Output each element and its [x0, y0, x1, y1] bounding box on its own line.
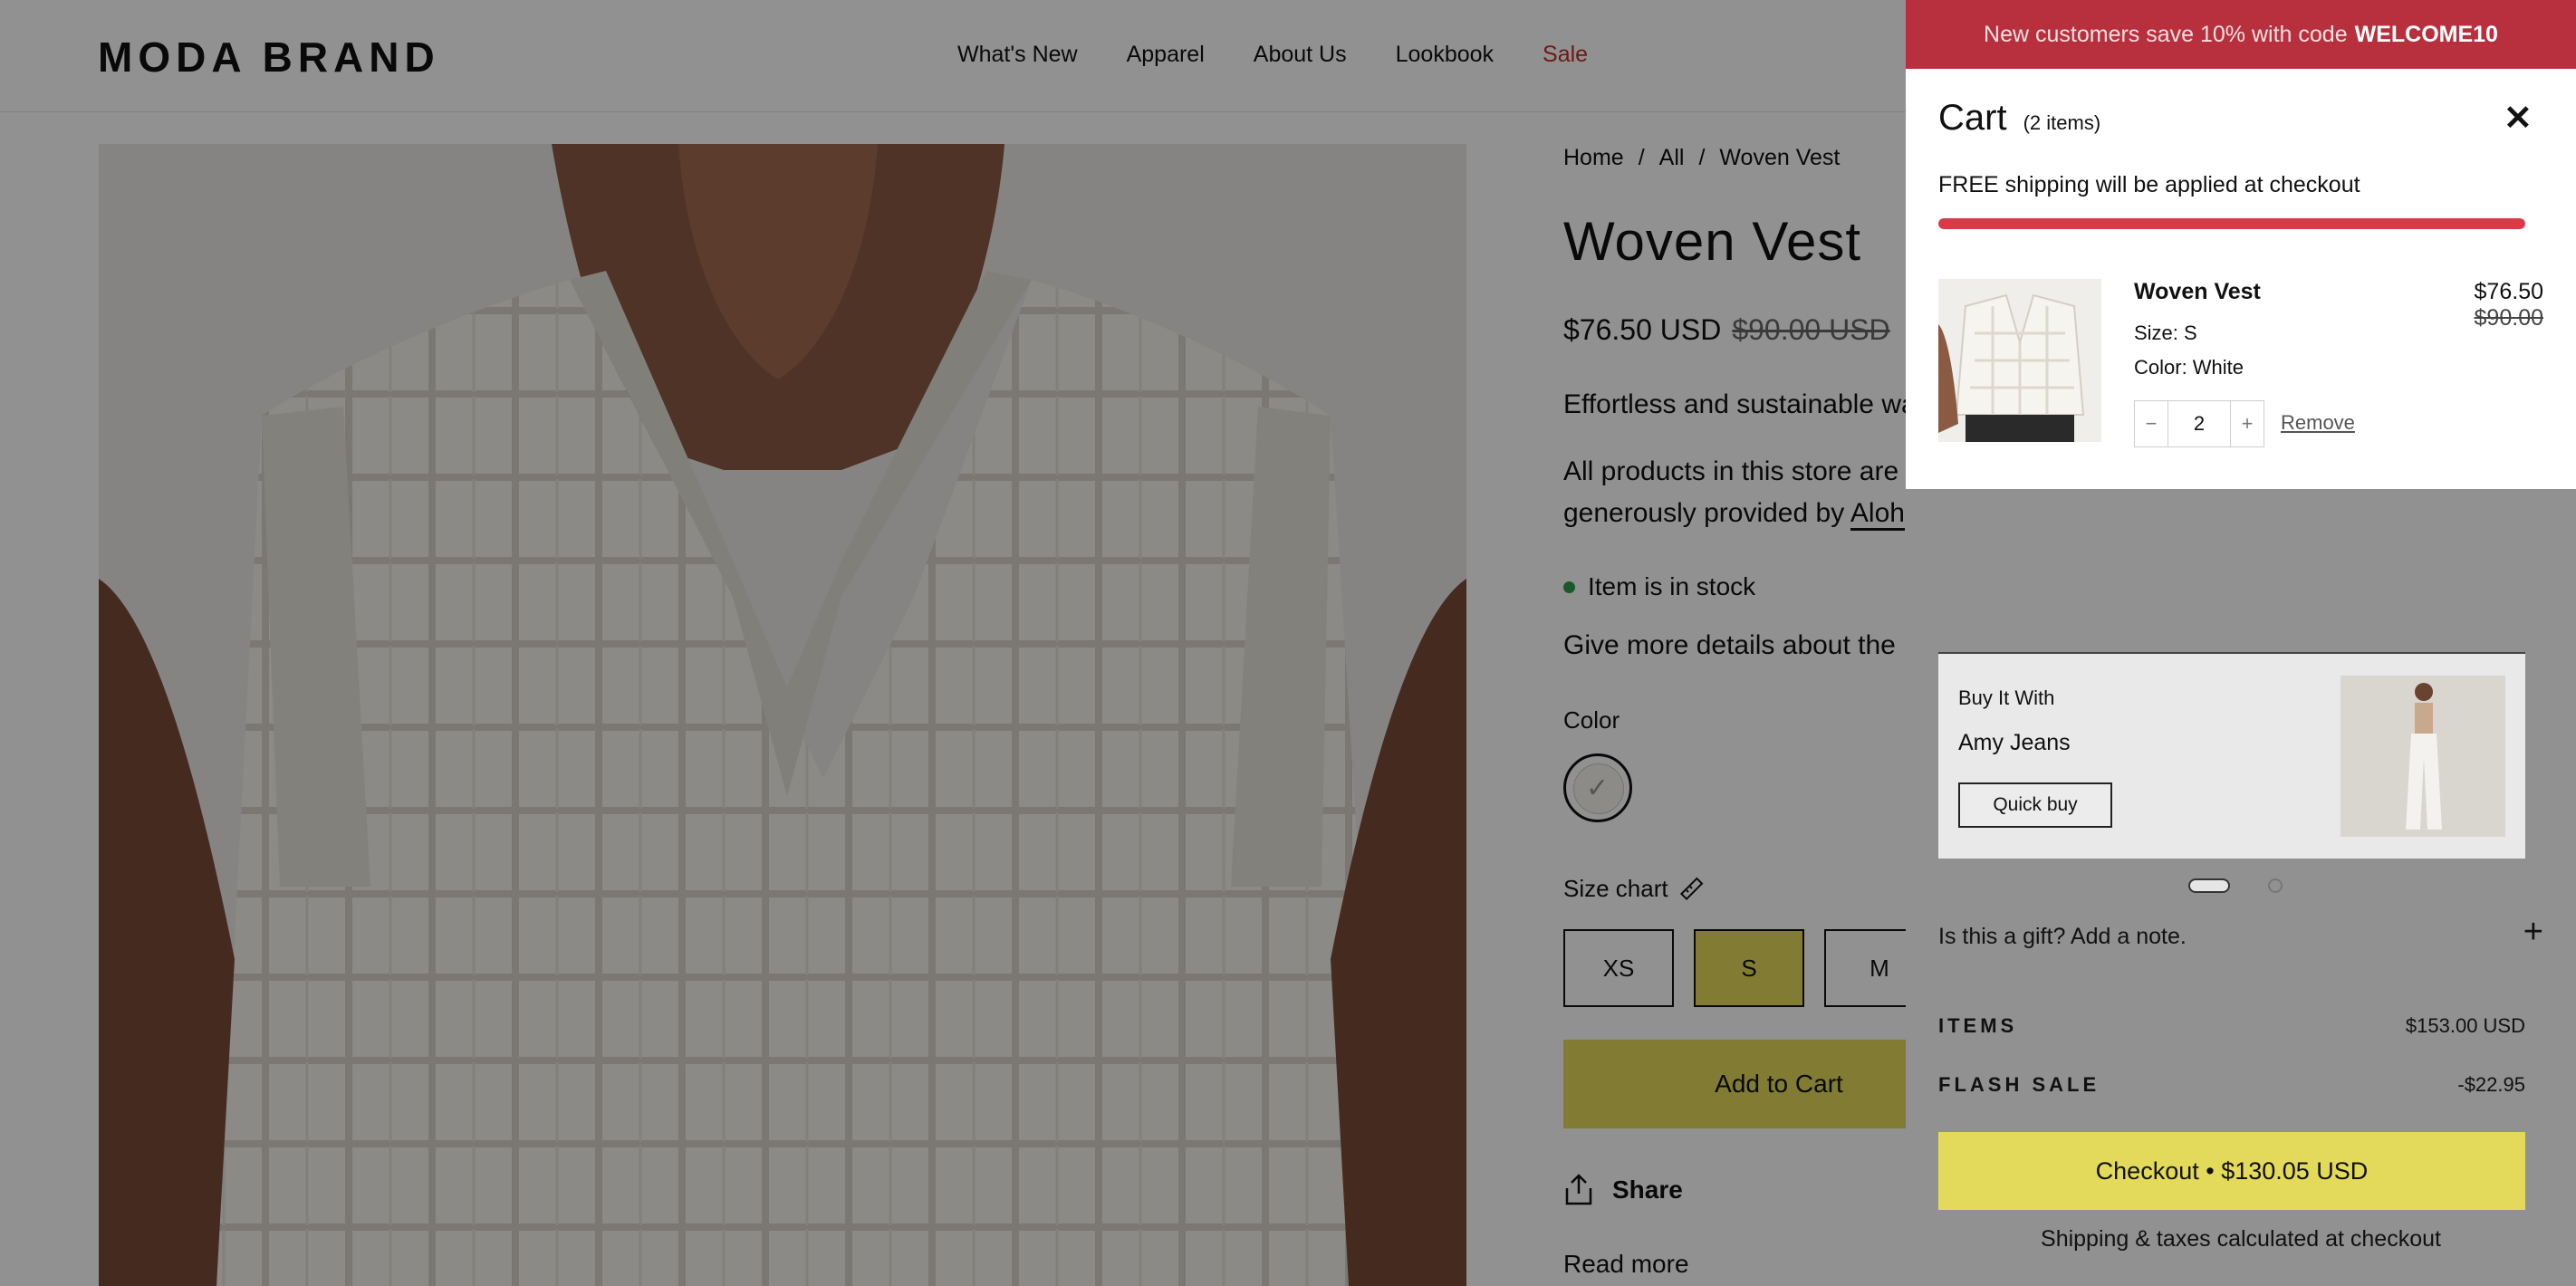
shipping-progress-bar [1938, 218, 2525, 229]
upsell-card: Buy It With Amy Jeans Quick buy [1938, 654, 2525, 859]
summary-items-row: ITEMS $153.00 USD [1938, 1014, 2525, 1038]
line-item-color: Color: White [2134, 356, 2244, 379]
cart-title: Cart [1938, 98, 2007, 138]
quick-buy-button[interactable]: Quick buy [1958, 782, 2112, 828]
upsell-label: Buy It With [1958, 686, 2055, 709]
checkout-button[interactable]: Checkout • $130.05 USD [1938, 1132, 2525, 1210]
close-icon[interactable]: ✕ [2504, 101, 2533, 136]
drawer-lower-overlay: Buy It With Amy Jeans Quick buy Is this … [1906, 489, 2576, 1286]
plus-icon[interactable]: + [2231, 401, 2264, 446]
check-icon: ✓ [1586, 773, 1610, 803]
promo-code: WELCOME10 [2354, 21, 2498, 47]
cart-drawer: New customers save 10% with code WELCOME… [1906, 0, 2576, 1286]
upsell-product-name[interactable]: Amy Jeans [1958, 730, 2071, 756]
line-item-compare-price: $90.00 [2474, 305, 2543, 331]
items-total: $153.00 USD [2405, 1014, 2525, 1037]
line-item-price: $76.50 [2474, 279, 2543, 304]
carousel-dots [2188, 878, 2283, 893]
discount-value: -$22.95 [2457, 1073, 2525, 1096]
carousel-dot[interactable] [2268, 878, 2283, 893]
vest-thumbnail [1938, 279, 2101, 442]
taxes-note: Shipping & taxes calculated at checkout [2041, 1226, 2441, 1252]
page-overlay[interactable] [0, 0, 1906, 1286]
line-item-image[interactable] [1938, 279, 2101, 442]
minus-icon[interactable]: − [2135, 401, 2167, 446]
carousel-dot-active[interactable] [2188, 878, 2230, 893]
plus-icon[interactable]: + [2523, 915, 2543, 949]
summary-discount-row: FLASH SALE -$22.95 [1938, 1073, 2525, 1097]
remove-link[interactable]: Remove [2281, 411, 2355, 435]
jeans-thumbnail [2341, 676, 2505, 837]
announcement-text: New customers save 10% with code [1984, 21, 2348, 47]
quantity-stepper: − 2 + [2134, 400, 2264, 447]
shipping-message: FREE shipping will be applied at checkou… [1938, 172, 2360, 197]
announcement-bar: New customers save 10% with code WELCOME… [1906, 0, 2576, 69]
shipping-progress-fill [1938, 218, 2525, 229]
line-item-size: Size: S [2134, 322, 2197, 344]
gift-note-toggle[interactable]: Is this a gift? Add a note. [1938, 924, 2187, 950]
discount-label: FLASH SALE [1938, 1073, 2100, 1096]
cart-header: Cart (2 items) [1938, 98, 2100, 139]
quantity-input[interactable]: 2 [2167, 401, 2231, 446]
cart-item-count: (2 items) [2023, 111, 2101, 134]
line-item-name[interactable]: Woven Vest [2134, 279, 2261, 305]
upsell-product-image[interactable] [2341, 676, 2505, 837]
items-label: ITEMS [1938, 1014, 2018, 1037]
